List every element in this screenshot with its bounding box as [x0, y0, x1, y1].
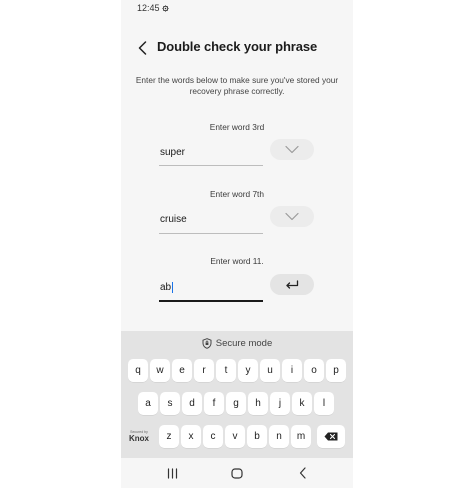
- instructions-text: Enter the words below to make sure you'v…: [135, 75, 339, 96]
- gear-icon: [161, 4, 169, 12]
- enter-arrow-icon: [286, 279, 299, 289]
- word-11-input[interactable]: ab: [159, 276, 263, 298]
- home-button[interactable]: [229, 465, 245, 481]
- secure-mode-banner: Secure mode: [121, 338, 353, 349]
- keyboard: Secure mode q w e r t y u i o p a s d f …: [121, 331, 353, 458]
- key-backspace[interactable]: [317, 425, 345, 448]
- key-u[interactable]: u: [260, 359, 280, 382]
- word-3-value: super: [160, 146, 186, 158]
- key-z[interactable]: z: [159, 425, 179, 448]
- word-11-value: ab: [160, 281, 172, 293]
- back-icon: [299, 467, 306, 479]
- key-r[interactable]: r: [194, 359, 214, 382]
- key-b[interactable]: b: [247, 425, 267, 448]
- key-y[interactable]: y: [238, 359, 258, 382]
- text-caret: [172, 281, 174, 293]
- checkmark-icon: [285, 212, 299, 221]
- backspace-icon: [324, 432, 338, 441]
- key-t[interactable]: t: [216, 359, 236, 382]
- key-m[interactable]: m: [291, 425, 311, 448]
- checkmark-icon: [285, 145, 299, 154]
- status-time: 12:45: [137, 3, 160, 13]
- header: Double check your phrase: [121, 36, 353, 60]
- key-d[interactable]: d: [182, 392, 202, 415]
- key-f[interactable]: f: [204, 392, 224, 415]
- key-e[interactable]: e: [172, 359, 192, 382]
- word-7-input[interactable]: cruise: [159, 208, 263, 230]
- status-bar: 12:45: [137, 3, 169, 13]
- key-q[interactable]: q: [128, 359, 148, 382]
- back-button[interactable]: [135, 40, 149, 56]
- navigation-bar: [121, 458, 353, 488]
- word-3-input[interactable]: super: [159, 141, 263, 163]
- phone-screen: 12:45 Double check your phrase Enter the…: [121, 0, 353, 488]
- key-n[interactable]: n: [269, 425, 289, 448]
- recents-icon: [167, 467, 177, 479]
- home-icon: [231, 467, 243, 479]
- key-a[interactable]: a: [138, 392, 158, 415]
- key-k[interactable]: k: [292, 392, 312, 415]
- key-v[interactable]: v: [225, 425, 245, 448]
- key-x[interactable]: x: [181, 425, 201, 448]
- word-3-label: Enter word 3rd: [209, 122, 265, 132]
- word-7-underline: [159, 233, 263, 234]
- word-11-enter-button[interactable]: [270, 274, 314, 295]
- chevron-left-icon: [138, 41, 146, 55]
- nav-back-button[interactable]: [295, 465, 311, 481]
- key-j[interactable]: j: [270, 392, 290, 415]
- word-11-label: Enter word 11.: [210, 256, 264, 266]
- knox-logo: Secured by Knox: [127, 425, 151, 448]
- recents-button[interactable]: [164, 465, 180, 481]
- key-o[interactable]: o: [304, 359, 324, 382]
- knox-label: Knox: [129, 434, 149, 443]
- secure-mode-label: Secure mode: [215, 338, 273, 349]
- key-c[interactable]: c: [203, 425, 223, 448]
- key-p[interactable]: p: [326, 359, 346, 382]
- key-h[interactable]: h: [248, 392, 268, 415]
- word-3-underline: [159, 165, 263, 166]
- word-7-confirm-button[interactable]: [270, 206, 314, 227]
- key-g[interactable]: g: [226, 392, 246, 415]
- key-s[interactable]: s: [160, 392, 180, 415]
- word-11-underline: [159, 300, 263, 302]
- key-l[interactable]: l: [314, 392, 334, 415]
- shield-icon: [202, 338, 212, 349]
- page-title: Double check your phrase: [157, 39, 318, 54]
- key-i[interactable]: i: [282, 359, 302, 382]
- word-7-value: cruise: [160, 213, 187, 225]
- word-7-label: Enter word 7th: [210, 189, 264, 199]
- word-3-confirm-button[interactable]: [270, 139, 314, 160]
- key-w[interactable]: w: [150, 359, 170, 382]
